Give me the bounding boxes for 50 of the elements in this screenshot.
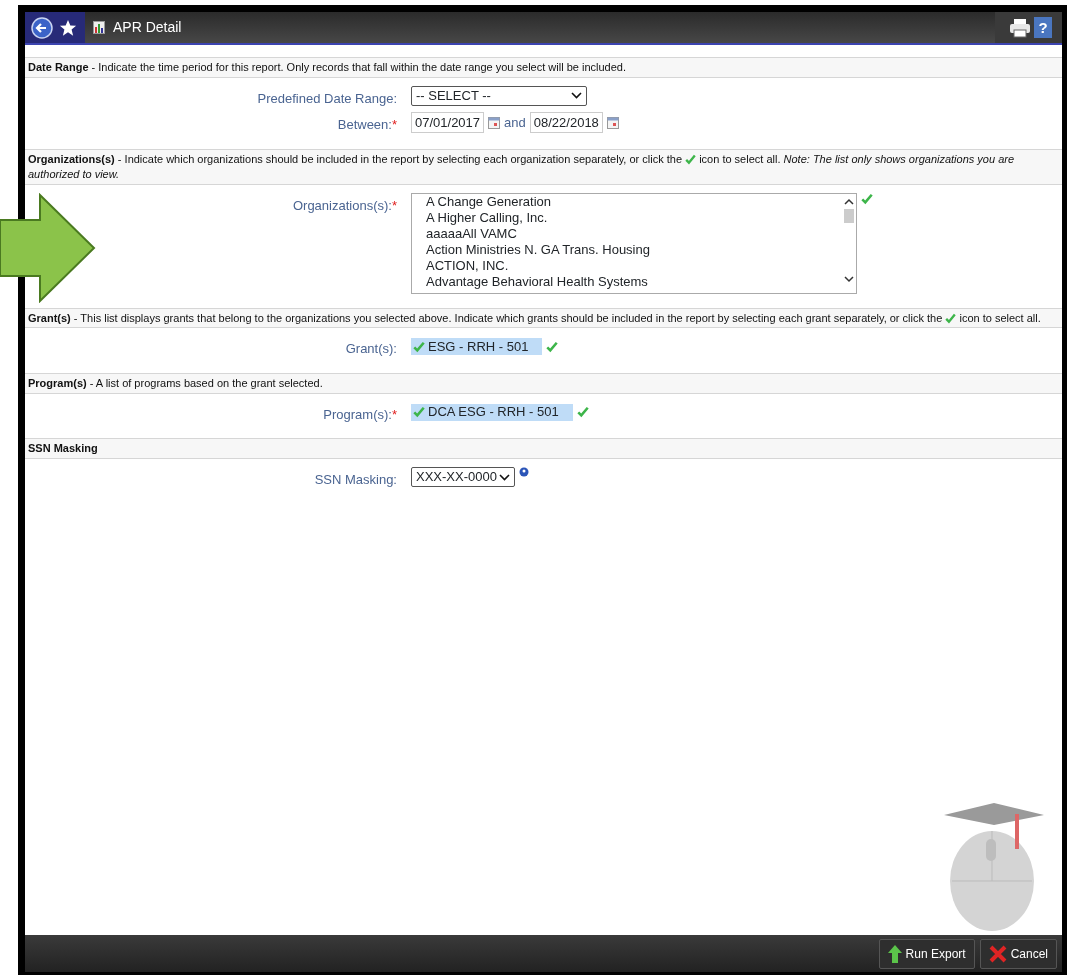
field-label: Program(s):*: [322, 405, 397, 424]
list-box[interactable]: A Change Generation A Higher Calling, Inc. aaaaaAll VAMC Action Ministries N. GA Trans. Housing ACTION, INC. Advantage Behavioral Health Systems: [411, 192, 857, 294]
help-icon[interactable]: [519, 467, 529, 478]
field-label: Grant(s):: [344, 340, 397, 359]
checkmark-icon[interactable]: [685, 153, 697, 165]
joiner-text: and: [504, 114, 526, 133]
scroll-thumb[interactable]: [844, 208, 854, 223]
dropdown[interactable]: XXX-XX-0000: [411, 467, 515, 488]
calendar-icon[interactable]: [606, 116, 619, 129]
up-arrow-icon: [887, 944, 902, 963]
list-option[interactable]: A Higher Calling, Inc.: [426, 209, 828, 226]
list-option[interactable]: ACTION, INC.: [426, 257, 828, 274]
select-all-check-icon[interactable]: [576, 406, 589, 419]
section-header: Organizations(s) - Indicate which organizations should be included in the report by selecting each organization separately, or click the icon to select all. Note: The list only shows organizations you are authorized to view.: [25, 148, 1062, 185]
list-option[interactable]: Action Ministries N. GA Trans. Housing: [426, 241, 828, 258]
list-option[interactable]: Advantage Behavioral Health Systems: [426, 273, 828, 290]
section-header: Date Range - Indicate the time period for this report. Only records that fall within the date range you select will be included.: [25, 57, 1062, 78]
dropdown[interactable]: -- SELECT --: [411, 85, 587, 106]
cancel-button[interactable]: Cancel: [979, 938, 1057, 969]
calendar-icon[interactable]: [488, 116, 501, 129]
help-button[interactable]: ?: [1034, 17, 1052, 38]
scroll-down-icon[interactable]: [844, 275, 854, 283]
printer-icon[interactable]: [1009, 17, 1031, 38]
list-option[interactable]: aaaaaAll VAMC: [426, 225, 828, 242]
section-header: SSN Masking: [25, 438, 1062, 460]
chart-icon: [93, 20, 105, 35]
close-icon: [988, 944, 1007, 963]
select-all-check-icon[interactable]: [861, 192, 873, 205]
list-option[interactable]: A Change Generation: [426, 193, 828, 210]
export-button[interactable]: Run Export: [878, 938, 975, 969]
caret-icon: [571, 92, 582, 100]
date-field[interactable]: 07/01/2017: [411, 112, 485, 134]
back-icon[interactable]: [31, 16, 53, 39]
selected-item[interactable]: DCA ESG - RRH - 501: [411, 403, 573, 421]
section-header: Grant(s) - This list displays grants that belong to the organizations you selected above. Indicate which grants should be included in the report by selecting each grant separately, or click the icon to select all.: [25, 307, 1062, 329]
caret-icon: [499, 473, 510, 481]
select-all-check-icon[interactable]: [546, 340, 559, 353]
section-header: Program(s) - A list of programs based on the grant selected.: [25, 372, 1062, 394]
field-label: Predefined Date Range:: [256, 89, 397, 108]
field-label: SSN Masking:: [313, 471, 397, 490]
selected-item[interactable]: ESG - RRH - 501: [411, 338, 543, 356]
date-field[interactable]: 08/22/2018: [529, 112, 603, 134]
field-label: Between:*: [336, 116, 397, 135]
checkmark-icon[interactable]: [413, 340, 425, 353]
checkmark-icon[interactable]: [945, 312, 957, 324]
field-label: Organizations(s):*: [291, 196, 397, 215]
star-icon[interactable]: [59, 18, 77, 37]
window-title: APR Detail: [113, 18, 182, 37]
scroll-up-icon[interactable]: [844, 197, 854, 205]
checkmark-icon[interactable]: [413, 406, 425, 419]
